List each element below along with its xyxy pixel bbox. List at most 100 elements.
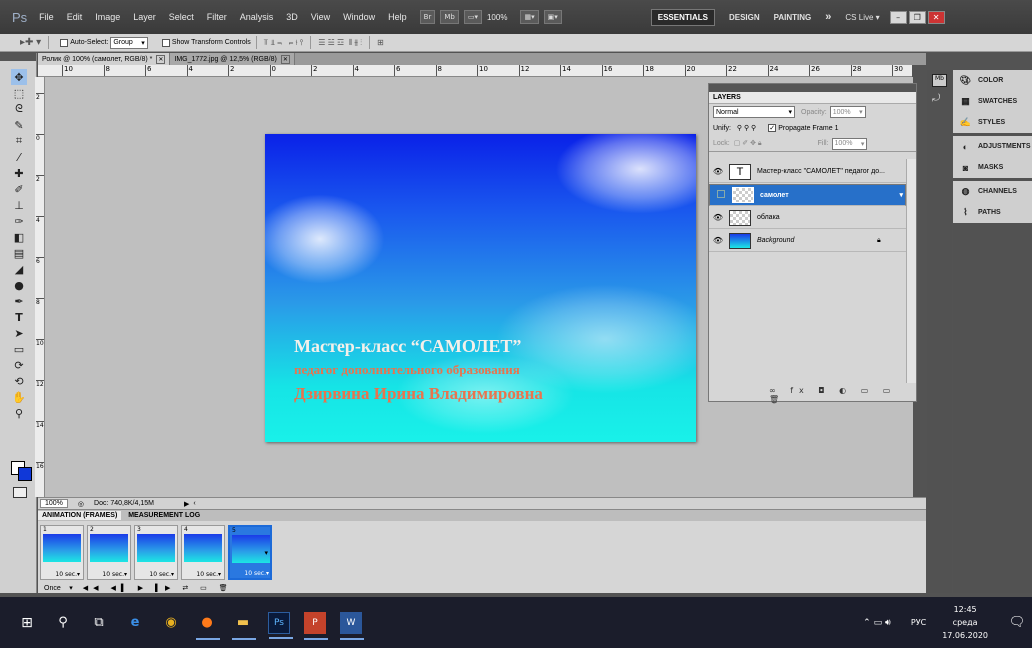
animation-frame[interactable]: 4 10 sec.▾ [181,525,225,580]
move-tool-icon[interactable]: ✥ [11,69,27,85]
mini-bridge-button[interactable]: Mb [440,10,459,24]
panel-color[interactable]: 🎨︎ COLOR [953,70,1032,91]
view-extras-button[interactable]: ▭▾ [463,10,482,24]
tab-animation-frames[interactable]: ANIMATION (FRAMES) [38,511,122,520]
document-canvas[interactable]: Мастер-класс “САМОЛЕТ” педагог дополните… [265,134,696,442]
scroll-left-arrow[interactable]: ‹ [193,500,195,507]
eraser-tool-icon[interactable]: ◧ [11,229,27,245]
windows-start-icon[interactable]: ⊞ [16,612,38,634]
brush-tool-icon[interactable]: ✐ [11,181,27,197]
align-icons[interactable]: ⫪ ⫫ ⫬ ⫭ ⫮ ⫯ [264,38,303,48]
workspace-design[interactable]: DESIGN [729,13,760,22]
opacity-field[interactable]: 100% [829,106,866,118]
hand-tool-icon[interactable]: ✋ [11,389,27,405]
zoom-level[interactable]: 100% [487,13,507,22]
distribute-icons[interactable]: ☰ ☱ ☲ ⫴ ⫵ ⫶ [318,38,362,48]
zoom-tool-icon[interactable]: ⚲ [11,405,27,421]
history-brush-icon[interactable]: ✑ [11,213,27,229]
3d-rotate-tool-icon[interactable]: ⟳ [11,357,27,373]
input-language[interactable]: РУС [911,618,926,627]
blend-mode-dropdown[interactable]: Normal [713,106,795,118]
search-icon[interactable]: ⚲ [52,612,74,634]
background-color-swatch[interactable] [18,467,32,481]
tray-icons[interactable]: ⌃ ▭ 🔊︎ [857,612,897,634]
lasso-tool-icon[interactable]: ᘓ [11,101,27,117]
layer-row-background[interactable]: 👁︎ Background 🔒︎ [709,230,906,252]
auto-align-icon[interactable]: ⊞ [377,38,384,47]
eye-icon[interactable]: 👁︎ [709,167,727,176]
animation-frame-selected[interactable]: 5 10 sec.▾ [228,525,272,580]
frame-delay[interactable]: 10 sec.▾ [135,571,177,578]
quick-mask-icon[interactable] [13,487,27,498]
workspace-painting[interactable]: PAINTING [774,13,812,22]
layers-footer-icons[interactable]: ∞ fx ◘ ◐ ▭ ▭ 🗑︎ [769,386,916,404]
menu-3d[interactable]: 3D [286,12,298,22]
blur-tool-icon[interactable]: ◢ [11,261,27,277]
3d-orbit-tool-icon[interactable]: ⟲ [11,373,27,389]
eye-icon[interactable]: 👁︎ [709,213,727,222]
menu-file[interactable]: File [39,12,54,22]
panel-adjustments[interactable]: ◐ ADJUSTMENTS [953,136,1032,157]
type-tool-icon[interactable]: T [11,309,27,325]
move-tool-preset-icon[interactable]: ▸✚ ▾ [20,37,41,48]
panel-masks[interactable]: ◙ MASKS [953,157,1032,178]
layers-tab[interactable]: LAYERS [709,92,916,104]
animation-frame[interactable]: 1 10 sec.▾ [40,525,84,580]
eye-icon[interactable]: 👁︎ [709,236,727,245]
crop-tool-icon[interactable]: ⌗ [11,133,27,149]
eye-hidden-icon[interactable] [712,190,730,200]
animation-frame[interactable]: 3 10 sec.▾ [134,525,178,580]
screen-mode-button[interactable]: ▣▾ [543,10,562,24]
panel-channels[interactable]: ◍ CHANNELS [953,181,1032,202]
eyedropper-tool-icon[interactable]: ⁄ [11,149,27,165]
auto-select-checkbox[interactable] [60,38,69,47]
mini-bridge-icon[interactable]: Mb [932,74,947,87]
shape-tool-icon[interactable]: ▭ [11,341,27,357]
photoshop-taskbar-icon[interactable]: Ps [268,611,293,639]
maximize-button[interactable]: ❐ [908,10,926,24]
firefox-icon[interactable]: ● [196,612,220,640]
tab-measurement-log[interactable]: MEASUREMENT LOG [124,511,204,520]
dodge-tool-icon[interactable]: ● [11,277,27,293]
layer-row-text[interactable]: 👁︎ T Мастер-класс "САМОЛЕТ" педагог до..… [709,161,906,183]
layer-row-samolet[interactable]: самолет [709,184,906,206]
doc-tab-active[interactable]: Ролик @ 100% (самолет, RGB/8) * ✕ [38,53,171,65]
workspace-essentials[interactable]: ESSENTIALS [650,8,715,26]
lock-icons[interactable]: ▢ ✐ ✥ 🔒︎ [734,139,762,148]
menu-edit[interactable]: Edit [67,12,83,22]
frame-delay[interactable]: 10 sec.▾ [232,570,272,577]
frame-delay[interactable]: 10 sec.▾ [182,571,224,578]
close-icon[interactable]: ✕ [156,54,166,64]
menu-help[interactable]: Help [388,12,407,22]
unify-icons[interactable]: ⚲ ⚲ ⚲ [737,124,756,132]
arrange-docs-button[interactable]: ▦▾ [520,10,539,24]
quick-select-tool-icon[interactable]: ✎ [11,117,27,133]
doc-tab-img[interactable]: IMG_1772.jpg @ 12,5% (RGB/8) ✕ [170,53,295,65]
file-explorer-icon[interactable]: ▬ [232,612,256,640]
path-select-tool-icon[interactable]: ➤ [11,325,27,341]
edge-icon[interactable]: e [124,612,146,634]
frame-delay[interactable]: 10 sec.▾ [41,571,83,578]
pen-tool-icon[interactable]: ✒ [11,293,27,309]
animation-frame[interactable]: 2 10 sec.▾ [87,525,131,580]
powerpoint-icon[interactable]: P [304,611,328,640]
status-menu-arrow[interactable]: ▶ [184,500,189,508]
menu-layer[interactable]: Layer [133,12,156,22]
marquee-tool-icon[interactable]: ⬚ [11,85,27,101]
history-icon[interactable]: ⤾ [932,93,947,106]
layers-scrollbar[interactable] [906,159,916,383]
stamp-tool-icon[interactable]: ⊥ [11,197,27,213]
minimize-button[interactable]: – [889,10,907,24]
status-zoom[interactable]: 100% [40,499,68,508]
task-view-icon[interactable]: ⧉ [88,612,110,634]
notification-icon[interactable]: 🗨︎ [1006,612,1028,634]
close-button[interactable]: ✕ [927,10,945,24]
bridge-button[interactable]: Br [419,10,436,24]
loop-dropdown[interactable]: Once [42,582,75,594]
layer-row-oblaka[interactable]: 👁︎ облака [709,207,906,229]
auto-select-dropdown[interactable]: Group [110,36,148,49]
workspace-more[interactable]: » [825,11,831,23]
word-icon[interactable]: W [340,611,364,640]
gradient-tool-icon[interactable]: ▤ [11,245,27,261]
close-icon[interactable]: ✕ [280,54,290,64]
